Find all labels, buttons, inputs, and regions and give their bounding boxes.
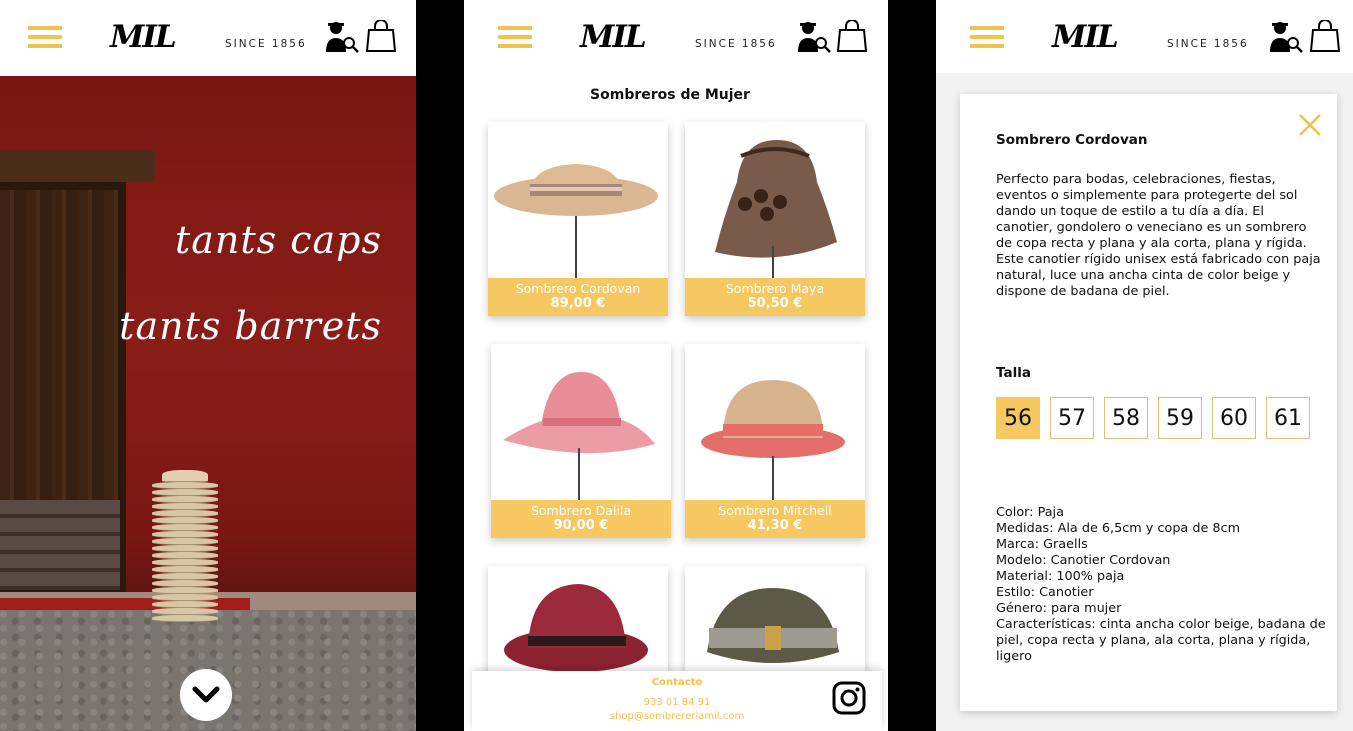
product-label: Sombrero Dalila 90,00 € (491, 500, 671, 538)
hamburger-icon[interactable] (498, 26, 532, 48)
footer-email[interactable]: shop@sombrereriamil.com (472, 711, 882, 722)
product-label: Sombrero Mitchell 41,30 € (685, 500, 865, 538)
size-option[interactable]: 59 (1158, 397, 1202, 439)
hamburger-icon[interactable] (28, 26, 62, 48)
size-selector: 56 57 58 59 60 61 (996, 397, 1310, 439)
size-option[interactable]: 61 (1266, 397, 1310, 439)
product-card[interactable]: Sombrero Mitchell 41,30 € (685, 344, 865, 538)
size-label: Talla (996, 365, 1031, 381)
product-title: Sombrero Cordovan (996, 132, 1148, 148)
logo-mark: MIL (1052, 19, 1119, 55)
product-price: 90,00 € (553, 518, 609, 533)
spec-model: Modelo: Canotier Cordovan (996, 553, 1171, 568)
top-bar: MIL SINCE 1856 (936, 0, 1353, 73)
scroll-down-button[interactable] (180, 669, 232, 721)
logo-mark: MIL (110, 19, 177, 55)
product-image (503, 372, 655, 454)
product-label: Sombrero Cordovan 89,00 € (488, 278, 668, 316)
product-price: 50,50 € (747, 296, 803, 311)
product-description: Perfecto para bodas, celebraciones, fies… (996, 172, 1321, 299)
logo-since: SINCE 1856 (225, 38, 307, 50)
logo[interactable]: MIL SINCE 1856 (110, 19, 305, 55)
user-search-icon[interactable] (1266, 18, 1304, 54)
close-icon[interactable] (1297, 112, 1323, 138)
shopping-bag-icon[interactable] (366, 20, 396, 52)
top-bar: MIL SINCE 1856 (464, 0, 888, 76)
home-screen: tants caps tants barrets MIL SINCE 1856 (0, 0, 416, 731)
spec-brand: Marca: Graells (996, 537, 1088, 552)
spec-gender: Género: para mujer (996, 601, 1122, 616)
top-bar: MIL SINCE 1856 (0, 0, 416, 76)
user-search-icon[interactable] (794, 18, 832, 54)
footer-title: Contacto (651, 677, 703, 688)
logo-since: SINCE 1856 (1167, 38, 1249, 50)
footer: Contacto 933 01 84 91 shop@sombrereriami… (472, 671, 882, 731)
steps (0, 500, 120, 590)
product-name: Sombrero Mitchell (718, 503, 832, 518)
catalog-screen: MIL SINCE 1856 Sombreros de Mujer Sombre… (464, 0, 888, 731)
size-option[interactable]: 60 (1212, 397, 1256, 439)
hero-line-1: tants caps (174, 218, 382, 262)
hat-stack (150, 470, 220, 640)
product-card[interactable]: Sombrero Maya 50,50 € (685, 122, 865, 316)
shopping-bag-icon[interactable] (837, 20, 867, 52)
product-image (494, 164, 658, 216)
logo[interactable]: MIL SINCE 1856 (1052, 19, 1247, 55)
product-specs: Color: Paja Medidas: Ala de 6,5cm y copa… (996, 505, 1326, 665)
product-detail-screen: MIL SINCE 1856 Sombrero Cordovan Perfect… (936, 0, 1353, 731)
product-name: Sombrero Cordovan (515, 281, 641, 296)
instagram-icon[interactable] (832, 681, 866, 715)
size-option[interactable]: 58 (1104, 397, 1148, 439)
chevron-down-icon (192, 686, 220, 703)
product-price: 89,00 € (550, 296, 606, 311)
size-option[interactable]: 56 (996, 397, 1040, 439)
size-option[interactable]: 57 (1050, 397, 1094, 439)
door-lintel (0, 150, 155, 182)
product-image (701, 380, 845, 458)
user-search-icon[interactable] (322, 18, 360, 54)
spec-color: Color: Paja (996, 505, 1064, 520)
spec-style: Estilo: Canotier (996, 585, 1094, 600)
spec-material: Material: 100% paja (996, 569, 1125, 584)
shopping-bag-icon[interactable] (1310, 20, 1340, 52)
spec-features: Características: cinta ancha color beige… (996, 617, 1326, 664)
footer-phone[interactable]: 933 01 84 91 (472, 697, 882, 708)
logo[interactable]: MIL SINCE 1856 (580, 19, 775, 55)
product-name: Sombrero Maya (725, 281, 825, 296)
hamburger-icon[interactable] (970, 26, 1004, 48)
logo-mark: MIL (580, 19, 647, 55)
product-detail-panel: Sombrero Cordovan Perfecto para bodas, c… (960, 94, 1337, 711)
product-name: Sombrero Dalila (530, 503, 632, 518)
page-title: Sombreros de Mujer (590, 87, 750, 103)
product-image (715, 140, 837, 258)
product-card[interactable]: Sombrero Cordovan 89,00 € (488, 122, 668, 316)
product-label: Sombrero Maya 50,50 € (685, 278, 865, 316)
logo-since: SINCE 1856 (695, 38, 777, 50)
product-price: 41,30 € (747, 518, 803, 533)
product-card[interactable]: Sombrero Dalila 90,00 € (491, 344, 671, 538)
spec-measures: Medidas: Ala de 6,5cm y copa de 8cm (996, 521, 1241, 536)
hero-line-2: tants barrets (119, 304, 382, 348)
